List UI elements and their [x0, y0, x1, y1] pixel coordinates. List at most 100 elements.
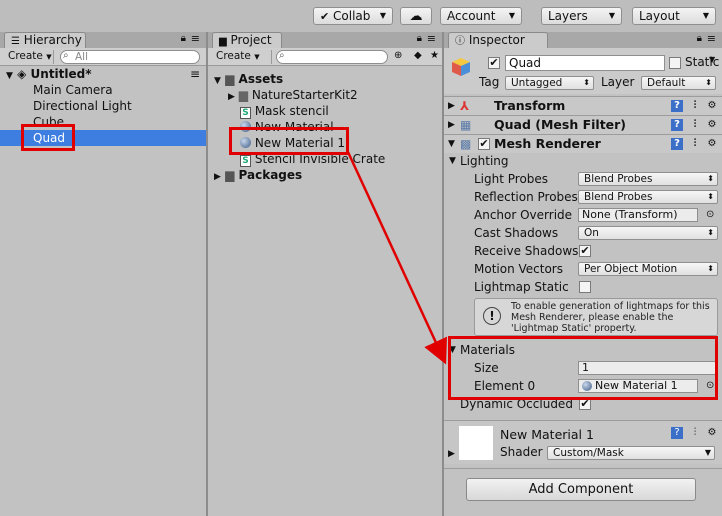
layout-dropdown[interactable]: Layout ▼	[632, 7, 716, 25]
gear-icon[interactable]: ⚙	[706, 427, 718, 439]
project-search-input[interactable]	[276, 50, 388, 64]
panel-menu-icon[interactable]: ≡	[191, 32, 200, 45]
expand-arrow-icon[interactable]: ▶	[448, 116, 455, 134]
check-icon: ✔	[320, 10, 330, 23]
folder-icon: ▆	[225, 72, 235, 86]
add-component-button[interactable]: Add Component	[466, 478, 696, 501]
gameobject-cube-icon	[450, 56, 472, 78]
gear-icon[interactable]: ⚙	[706, 119, 718, 131]
chevron-updown-icon: ⬍	[707, 174, 714, 183]
object-picker-icon[interactable]: ⊙	[706, 206, 714, 224]
cast-shadows-dropdown[interactable]: On ⬍	[578, 226, 718, 240]
object-name-field[interactable]: Quad	[505, 55, 665, 71]
chevron-down-icon: ▼	[702, 11, 709, 20]
hierarchy-item[interactable]: Main Camera	[0, 82, 206, 98]
collapse-arrow-icon[interactable]: ▼	[448, 135, 455, 153]
cast-shadows-row: Cast Shadows On ⬍	[444, 224, 722, 242]
anchor-override-field[interactable]: None (Transform)	[578, 208, 698, 222]
hierarchy-tabbar: ☰ Hierarchy 🔒︎ ≡	[0, 32, 206, 48]
filter-label-icon[interactable]: ◆	[414, 50, 422, 61]
lock-icon[interactable]: 🔒︎	[417, 33, 422, 44]
project-item[interactable]: ▶ ▆ NatureStarterKit2	[208, 87, 442, 103]
help-book-icon[interactable]: ?	[671, 100, 683, 112]
active-checkbox[interactable]: ✔	[488, 57, 500, 69]
assets-folder-row[interactable]: ▼ ▆ Assets	[208, 71, 442, 87]
expand-arrow-icon[interactable]: ▶	[448, 97, 455, 115]
lock-icon[interactable]: 🔒︎	[181, 33, 186, 44]
static-checkbox[interactable]	[669, 57, 681, 69]
favorite-star-icon[interactable]: ★	[430, 50, 439, 61]
mesh-renderer-enabled-checkbox[interactable]: ✔	[478, 138, 490, 150]
motion-vectors-dropdown[interactable]: Per Object Motion ⬍	[578, 262, 718, 276]
list-icon: ☰	[11, 36, 20, 47]
lightmap-static-checkbox[interactable]	[579, 281, 591, 293]
panel-menu-icon[interactable]: ≡	[707, 32, 716, 45]
shader-file-icon: S	[240, 107, 251, 119]
preset-sliders-icon[interactable]: ⫶	[689, 119, 701, 131]
project-item[interactable]: S Mask stencil	[208, 103, 442, 119]
expand-arrow-icon[interactable]: ▶	[214, 172, 221, 182]
hierarchy-tree: ▼ ◈ Untitled* ≡ Main Camera Directional …	[0, 66, 206, 516]
lighting-foldout[interactable]: ▼ Lighting	[444, 152, 722, 170]
material-name: New Material 1	[500, 427, 594, 442]
packages-folder-row[interactable]: ▶ ▆ Packages	[208, 167, 442, 183]
transform-axes-icon: ⅄	[460, 99, 470, 113]
help-book-icon[interactable]: ?	[671, 119, 683, 131]
hierarchy-item[interactable]: Directional Light	[0, 98, 206, 114]
expand-arrow-icon[interactable]: ▶	[448, 449, 455, 459]
gear-icon[interactable]: ⚙	[706, 138, 718, 150]
receive-shadows-checkbox[interactable]: ✔	[579, 245, 591, 257]
cloud-button[interactable]: ☁	[400, 7, 432, 25]
unity-scene-icon: ◈	[17, 67, 27, 81]
chevron-updown-icon: ⬍	[583, 78, 590, 87]
hierarchy-create-button[interactable]: Create ▼	[4, 50, 54, 64]
lightmap-static-row: Lightmap Static	[444, 278, 722, 296]
info-icon: ⓘ	[455, 36, 465, 47]
layers-dropdown[interactable]: Layers ▼	[541, 7, 622, 25]
account-dropdown[interactable]: Account ▼	[440, 7, 522, 25]
reflection-probes-dropdown[interactable]: Blend Probes ⬍	[578, 190, 718, 204]
scene-row[interactable]: ▼ ◈ Untitled* ≡	[0, 66, 206, 82]
chevron-down-icon: ▼	[46, 53, 52, 61]
expand-arrow-icon[interactable]: ▼	[6, 71, 13, 81]
tab-hierarchy[interactable]: ☰ Hierarchy	[4, 32, 86, 48]
lock-icon[interactable]: 🔒︎	[697, 33, 702, 44]
tab-inspector[interactable]: ⓘ Inspector	[448, 32, 548, 48]
transform-component-header[interactable]: ▶ ⅄ Transform ? ⫶ ⚙	[444, 96, 722, 115]
expand-arrow-icon[interactable]: ▶	[228, 92, 235, 102]
light-probes-row: Light Probes Blend Probes ⬍	[444, 170, 722, 188]
mesh-grid-icon: ▦	[460, 118, 472, 132]
preset-sliders-icon[interactable]: ⫶	[689, 100, 701, 112]
material-section: ▶ New Material 1 Shader Custom/Mask ▼ ? ⫶…	[444, 420, 722, 464]
hierarchy-search-input[interactable]: All	[60, 50, 200, 64]
expand-arrow-icon[interactable]: ▼	[214, 76, 221, 86]
panel-menu-icon[interactable]: ≡	[427, 32, 436, 45]
info-icon: !	[483, 307, 501, 325]
help-book-icon[interactable]: ?	[671, 138, 683, 150]
tab-project[interactable]: ▆ Project	[212, 32, 282, 48]
collab-button[interactable]: ✔ Collab ▼	[313, 7, 393, 25]
help-book-icon[interactable]: ?	[671, 427, 683, 439]
layer-dropdown[interactable]: Default ⬍	[641, 76, 716, 90]
tag-dropdown[interactable]: Untagged ⬍	[505, 76, 594, 90]
folder-icon: ▆	[238, 88, 248, 102]
shader-dropdown[interactable]: Custom/Mask ▼	[547, 446, 715, 460]
lightmap-info-box: ! To enable generation of lightmaps for …	[474, 298, 718, 336]
filter-type-icon[interactable]: ⊕	[394, 50, 402, 61]
preset-sliders-icon[interactable]: ⫶	[689, 138, 701, 150]
chevron-updown-icon: ⬍	[705, 78, 712, 87]
mesh-renderer-component-header[interactable]: ▼ ▩ ✔ Mesh Renderer ? ⫶ ⚙	[444, 134, 722, 153]
folder-icon: ▆	[219, 36, 227, 47]
light-probes-dropdown[interactable]: Blend Probes ⬍	[578, 172, 718, 186]
gear-icon[interactable]: ⚙	[706, 100, 718, 112]
collapse-arrow-icon[interactable]: ▼	[449, 152, 456, 170]
scene-menu-icon[interactable]: ≡	[190, 66, 200, 82]
highlight-box	[21, 124, 75, 151]
mesh-filter-component-header[interactable]: ▶ ▦ Quad (Mesh Filter) ? ⫶ ⚙	[444, 115, 722, 134]
preset-sliders-icon[interactable]: ⫶	[689, 427, 701, 439]
project-create-button[interactable]: Create ▼	[212, 50, 272, 64]
mesh-renderer-icon: ▩	[460, 137, 472, 151]
chevron-down-icon: ▼	[704, 448, 711, 457]
chevron-down-icon[interactable]: ▼	[709, 55, 715, 64]
highlight-box	[448, 336, 718, 400]
